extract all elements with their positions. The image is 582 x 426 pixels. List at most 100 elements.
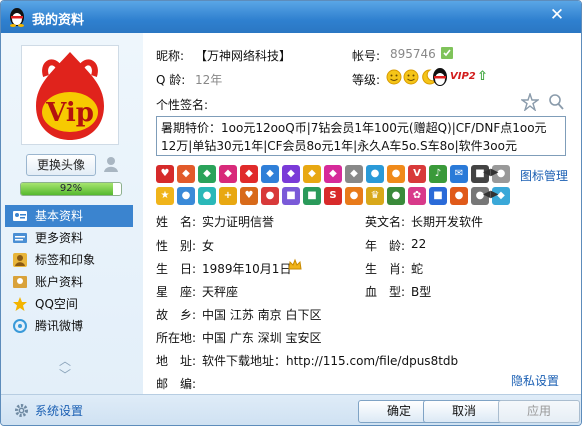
birthday-value[interactable]: 1989年10月1日 (202, 260, 291, 277)
address-label: 地 址: (156, 354, 197, 368)
copy-icon[interactable] (440, 46, 454, 60)
mail-icon[interactable]: ✉ (450, 165, 468, 183)
shield-icon[interactable]: ■ (429, 187, 447, 205)
nav-label: QQ空间 (35, 297, 78, 311)
avatar[interactable]: Vip (21, 45, 119, 145)
svip-icon[interactable]: S (324, 187, 342, 205)
nav-item-basic-info[interactable]: 基本资料 (5, 205, 133, 227)
privacy-settings-link[interactable]: 隐私设置 (511, 372, 559, 389)
fire-icon[interactable]: ● (450, 187, 468, 205)
red-diamond-icon[interactable]: ◆ (240, 165, 258, 183)
crown-icon[interactable]: ♛ (366, 187, 384, 205)
address-value[interactable]: 软件下载地址：http://115.com/file/dpus8tdb (202, 352, 458, 369)
nav-item-tags[interactable]: 标签和印象 (5, 249, 133, 271)
change-avatar-button[interactable]: 更换头像 (26, 154, 96, 176)
account-label: 帐号: (352, 49, 381, 63)
qzone-star-icon (13, 297, 27, 311)
title-bar[interactable]: 我的资料 ✕ (1, 1, 581, 33)
icons-prev-arrow-icon[interactable]: ◀▶ (483, 167, 498, 178)
icon-manage-link[interactable]: 图标管理 (520, 167, 568, 184)
window-title: 我的资料 (32, 13, 85, 28)
nav-item-qzone[interactable]: QQ空间 (5, 293, 133, 315)
qq-penguin-icon (10, 8, 24, 27)
cancel-button[interactable]: 取消 (423, 400, 505, 423)
star-person-icon[interactable] (521, 93, 539, 111)
name-label: 姓 名: (156, 215, 197, 229)
card-icon (13, 211, 27, 221)
lock-icon[interactable]: ● (345, 187, 363, 205)
postcode-label: 邮 编: (156, 377, 197, 391)
teal-icon[interactable]: ● (198, 187, 216, 205)
profile-completion-text: 92% (59, 183, 83, 194)
icons-next-arrow-icon[interactable]: ◀▶ (483, 189, 498, 200)
blue-diamond-icon[interactable]: ◆ (261, 165, 279, 183)
user-tag-icon (13, 253, 27, 267)
service-icons-row-1: ♥ ◆ ◆ ◆ ◆ ◆ ◆ ◆ ◆ ◆ ● ● V ♪ ✉ ■ ● (156, 165, 510, 183)
zodiac-value[interactable]: 蛇 (411, 260, 423, 277)
profile-window: 我的资料 ✕ Vip 更换头像 92% 基本资料 更多资料 标签和印象 账户资料… (0, 0, 582, 426)
constellation-label: 星 座: (156, 285, 197, 299)
green-diamond-icon[interactable]: ◆ (198, 165, 216, 183)
name-value[interactable]: 实力证明信誉 (202, 213, 274, 230)
left-panel: Vip 更换头像 92% 基本资料 更多资料 标签和印象 账户资料 QQ空间 腾… (1, 33, 143, 394)
birthday-label: 生 日: (156, 262, 197, 276)
avatar-vip-text: Vip (45, 98, 94, 128)
chevron-up-icon[interactable]: ︿ (59, 354, 71, 368)
hometown-value[interactable]: 中国 江苏 南京 白下区 (202, 306, 321, 323)
footer-bar: 系统设置 确定 取消 应用 (1, 394, 581, 425)
nav-label: 账户资料 (35, 275, 84, 289)
qq-show-icon[interactable]: ♥ (156, 165, 174, 183)
search-plus-icon[interactable]: + (219, 187, 237, 205)
vip-icon[interactable]: V (408, 165, 426, 183)
star-icon[interactable]: ★ (156, 187, 174, 205)
heart-icon[interactable]: ♥ (240, 187, 258, 205)
vip-avatar-image: Vip (36, 52, 104, 140)
system-settings-link[interactable]: 系统设置 (13, 402, 83, 419)
close-button[interactable]: ✕ (547, 5, 567, 25)
search-person-icon[interactable] (547, 93, 565, 111)
nickname-value[interactable]: 【万神网络科技】 (195, 47, 291, 64)
vip-badge: VIP2 (450, 71, 476, 82)
nav-label: 更多资料 (35, 231, 84, 245)
account-icon (13, 276, 27, 288)
nav-label: 基本资料 (35, 209, 84, 223)
nav-scroll-arrows[interactable]: ︿ ﹀ (59, 354, 71, 382)
level-label: 等级: (352, 73, 381, 87)
main-panel: 昵称: 【万神网络科技】 帐号: 895746 Q 龄: 12年 等级: VIP… (143, 33, 581, 394)
gender-label: 性 别: (156, 239, 197, 253)
game-pad-icon[interactable]: ● (261, 187, 279, 205)
blood-type-label: 血 型: (365, 285, 406, 299)
black-diamond-icon[interactable]: ◆ (345, 165, 363, 183)
nav-item-weibo[interactable]: 腾讯微博 (5, 315, 133, 337)
nav-label: 腾讯微博 (35, 319, 84, 333)
penguin-icon[interactable]: ● (177, 187, 195, 205)
music-icon[interactable]: ♪ (429, 165, 447, 183)
book-icon[interactable]: ■ (303, 187, 321, 205)
flower-icon[interactable]: ✿ (408, 187, 426, 205)
account-value: 895746 (390, 47, 436, 61)
blood-type-value[interactable]: B型 (411, 283, 431, 300)
nav-item-more-info[interactable]: 更多资料 (5, 227, 133, 249)
age-value[interactable]: 22 (411, 237, 426, 251)
left-nav: 基本资料 更多资料 标签和印象 账户资料 QQ空间 腾讯微博 (5, 205, 133, 337)
leaf-icon[interactable]: ● (387, 187, 405, 205)
constellation-value[interactable]: 天秤座 (202, 283, 238, 300)
location-value[interactable]: 中国 广东 深圳 宝安区 (202, 329, 321, 346)
nav-item-account[interactable]: 账户资料 (5, 271, 133, 293)
purple-diamond-icon[interactable]: ◆ (282, 165, 300, 183)
gender-value[interactable]: 女 (202, 237, 214, 254)
pet-icon[interactable]: ● (387, 165, 405, 183)
gift-icon[interactable]: ■ (282, 187, 300, 205)
pink-diamond-icon[interactable]: ◆ (219, 165, 237, 183)
signature-box[interactable]: 暑期特价：1oo元12ooQ币|7钻会员1年100元(赠超Q)|CF/DNF点1… (156, 116, 566, 156)
super-diamond-icon[interactable]: ◆ (324, 165, 342, 183)
cloud-icon[interactable]: ● (366, 165, 384, 183)
chevron-down-icon[interactable]: ﹀ (59, 368, 71, 382)
show-mode-icon[interactable] (102, 155, 120, 173)
apply-button[interactable]: 应用 (498, 400, 580, 423)
list-card-icon (13, 233, 27, 243)
yellow-diamond-icon[interactable]: ◆ (303, 165, 321, 183)
english-name-value[interactable]: 长期开发软件 (411, 213, 483, 230)
game-icon[interactable]: ◆ (177, 165, 195, 183)
level-up-arrow-icon: ⇧ (477, 69, 488, 84)
